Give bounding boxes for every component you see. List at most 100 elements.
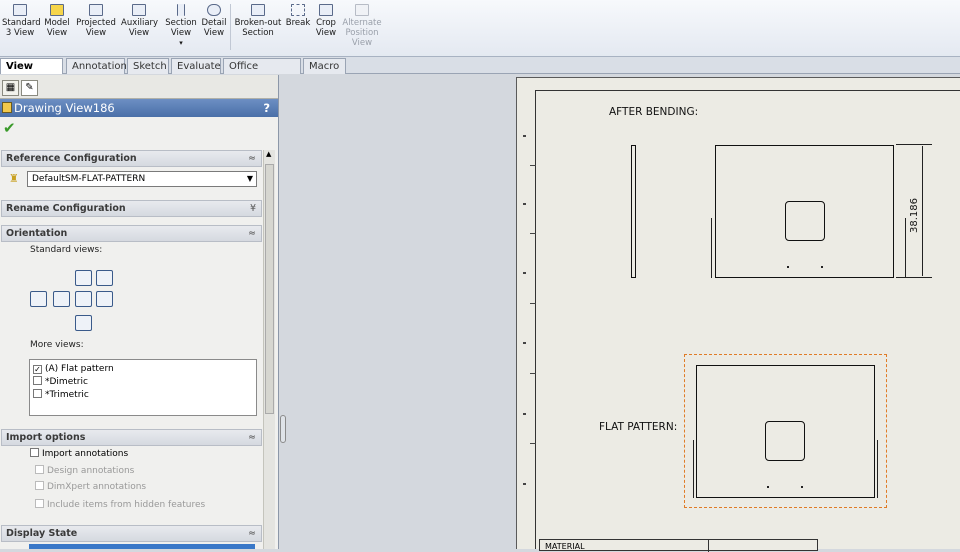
ok-button[interactable]: ✔ (0, 117, 278, 139)
section-view-dropdown-icon[interactable]: ▾ (164, 38, 198, 48)
detail-view-button[interactable]: Detail View (201, 4, 227, 38)
tab-macro[interactable]: Macro (303, 58, 346, 74)
after-bending-label: AFTER BENDING: (609, 106, 699, 118)
break-label: Break (285, 18, 311, 28)
design-annotations-checkbox[interactable]: Design annotations (35, 465, 134, 476)
configuration-select[interactable]: DefaultSM-FLAT-PATTERN ▼ (27, 171, 257, 187)
isometric-view-button[interactable] (96, 270, 113, 286)
section-display-state[interactable]: Display State ≈ (1, 525, 262, 542)
dimension-extension-line-top (896, 144, 932, 145)
section-orientation[interactable]: Orientation ≈ (1, 225, 262, 242)
bottom-view-button[interactable] (75, 315, 92, 331)
collapse-icon[interactable]: ≈ (248, 430, 256, 445)
tab-evaluate[interactable]: Evaluate (171, 58, 221, 74)
section-import-options[interactable]: Import options ≈ (1, 429, 262, 446)
feature-tree-tab-icon[interactable]: ▦ (2, 80, 19, 96)
import-annotations-label: Import annotations (42, 449, 129, 459)
property-manager-tab-icon[interactable]: ✎ (21, 80, 38, 96)
broken-out-section-button[interactable]: Broken-out Section (234, 4, 282, 38)
configuration-icon: ♜ (9, 172, 19, 185)
checkbox-icon[interactable] (33, 376, 42, 385)
standard-3-view-button[interactable]: Standard 3 View (2, 4, 41, 38)
more-view-dimetric[interactable]: *Dimetric (33, 376, 88, 388)
auxiliary-view-label: Auxiliary View (121, 18, 159, 38)
import-annotations-checkbox[interactable]: Import annotations (30, 448, 128, 459)
section-reference-configuration[interactable]: Reference Configuration ≈ (1, 150, 262, 167)
checkmark-icon: ✔ (3, 119, 16, 137)
auxiliary-view-button[interactable]: Auxiliary View (121, 4, 159, 38)
flat-cutout-square[interactable] (765, 421, 805, 461)
scrollbar-thumb[interactable] (265, 164, 274, 414)
title-block[interactable]: MATERIAL (539, 539, 818, 552)
scroll-up-icon[interactable]: ▲ (266, 150, 271, 158)
collapse-icon[interactable]: ≈ (248, 151, 256, 166)
tab-view-layout[interactable]: View Layout (0, 58, 63, 87)
left-view-button[interactable] (30, 291, 47, 307)
top-view-button[interactable] (53, 291, 70, 307)
more-view-label: (A) Flat pattern (45, 364, 114, 374)
command-tabs: View Layout Annotation Sketch Evaluate O… (0, 57, 960, 131)
more-views-list: ✓ (A) Flat pattern *Dimetric *Trimetric (29, 359, 257, 416)
display-state-selected-item[interactable] (29, 544, 255, 549)
hole-mark (767, 486, 769, 488)
more-view-flat-pattern[interactable]: ✓ (A) Flat pattern (33, 363, 114, 375)
collapse-icon[interactable]: ≈ (248, 226, 256, 241)
standard-3-view-icon (13, 4, 27, 16)
section-rename-configuration-label: Rename Configuration (6, 203, 126, 214)
alternate-position-view-button[interactable]: Alternate Position View (342, 4, 382, 48)
zone-tick (523, 203, 526, 205)
chevron-down-icon: ▼ (246, 174, 253, 183)
projected-view-button[interactable]: Projected View (76, 4, 116, 38)
more-view-label: *Dimetric (45, 377, 88, 387)
front-view-button[interactable] (75, 270, 92, 286)
model-view-label: Model View (44, 18, 70, 38)
command-manager-ribbon: Standard 3 View Model View Projected Vie… (0, 0, 960, 57)
more-views-label: More views: (30, 340, 84, 350)
right-view-button[interactable] (75, 291, 92, 307)
section-view-icon (177, 4, 185, 16)
checkbox-icon[interactable] (30, 448, 39, 457)
standard-views-label: Standard views: (30, 245, 103, 255)
section-view-button[interactable]: Section View ▾ (164, 4, 198, 48)
dimxpert-annotations-checkbox[interactable]: DimXpert annotations (35, 481, 146, 492)
cutout-square[interactable] (785, 201, 825, 241)
collapse-icon[interactable]: ≈ (248, 526, 256, 541)
side-view-part[interactable] (631, 145, 636, 278)
hole-mark (821, 266, 823, 268)
auxiliary-view-icon (132, 4, 146, 16)
tab-annotation[interactable]: Annotation (66, 58, 127, 74)
checkbox-icon[interactable] (35, 499, 44, 508)
section-rename-configuration[interactable]: Rename Configuration ¥ (1, 200, 262, 217)
crop-view-icon (319, 4, 333, 16)
tab-sketch[interactable]: Sketch (127, 58, 169, 74)
model-view-button[interactable]: Model View (43, 4, 71, 38)
section-orientation-label: Orientation (6, 228, 68, 239)
panel-splitter-handle[interactable] (280, 415, 286, 443)
crop-view-button[interactable]: Crop View (314, 4, 338, 38)
include-hidden-features-checkbox[interactable]: Include items from hidden features (35, 499, 205, 510)
back-view-button[interactable] (96, 291, 113, 307)
crop-view-label: Crop View (315, 18, 337, 38)
bend-line-right (877, 440, 878, 498)
section-reference-configuration-label: Reference Configuration (6, 153, 137, 164)
break-button[interactable]: Break (285, 4, 311, 28)
flat-pattern-label: FLAT PATTERN: (599, 421, 678, 433)
expand-icon[interactable]: ¥ (250, 201, 256, 216)
alternate-position-view-label: Alternate Position View (342, 18, 382, 48)
checkbox-checked-icon[interactable]: ✓ (33, 365, 42, 374)
property-manager-scrollbar[interactable]: ▲ (263, 150, 275, 549)
more-view-trimetric[interactable]: *Trimetric (33, 389, 89, 401)
help-button[interactable]: ? (263, 99, 270, 117)
checkbox-icon[interactable] (33, 389, 42, 398)
zone-tick (523, 135, 526, 137)
projected-view-icon (89, 4, 103, 16)
drawing-view-icon (2, 102, 12, 113)
height-dimension[interactable]: 38.186 (909, 198, 920, 233)
checkbox-icon[interactable] (35, 465, 44, 474)
bend-flange-right (905, 218, 906, 278)
zone-tick (523, 342, 526, 344)
zone-line (530, 443, 536, 444)
tab-office-products[interactable]: Office Products (223, 58, 301, 87)
title-block-divider (708, 540, 709, 552)
checkbox-icon[interactable] (35, 481, 44, 490)
